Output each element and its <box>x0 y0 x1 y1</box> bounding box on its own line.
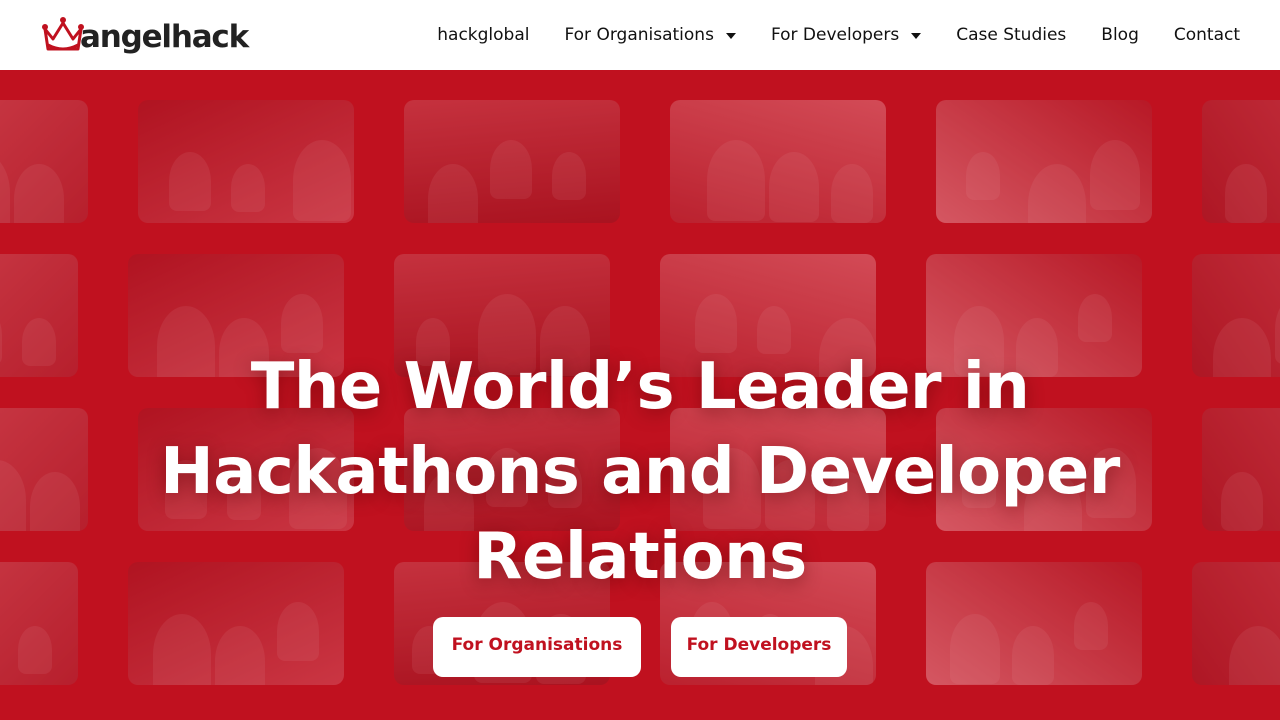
headline-line-3: Relations <box>473 520 807 594</box>
logo-wordmark: angelhack <box>80 19 249 55</box>
event-photo-tile <box>404 100 620 223</box>
event-photo-tile <box>670 100 886 223</box>
hero-headline: The World’s Leader in Hackathons and Dev… <box>0 345 1280 600</box>
headline-line-2: Hackathons and Developer <box>160 435 1120 509</box>
nav-item-label: Contact <box>1173 25 1240 45</box>
event-photo-tile <box>0 100 88 223</box>
nav-item-label: For Developers <box>770 25 900 45</box>
nav-item-label: hackglobal <box>437 25 530 45</box>
for-organisations-button[interactable]: For Organisations <box>433 617 641 677</box>
event-photo-tile <box>138 100 354 223</box>
caret-down-icon <box>725 33 736 39</box>
top-navbar: angelhack hackglobal For Organisations F… <box>0 0 1280 70</box>
nav-item-for-organisations[interactable]: For Organisations <box>564 25 736 45</box>
angelhack-logo[interactable]: angelhack <box>40 14 249 56</box>
nav-item-case-studies[interactable]: Case Studies <box>956 25 1066 45</box>
event-photo-tile <box>1202 100 1280 223</box>
nav-item-hackglobal[interactable]: hackglobal <box>437 25 529 45</box>
caret-down-icon <box>911 33 922 39</box>
headline-line-1: The World’s Leader in <box>250 350 1030 424</box>
nav-item-label: Case Studies <box>956 25 1067 45</box>
event-photo-tile <box>936 100 1152 223</box>
for-developers-button[interactable]: For Developers <box>671 617 847 677</box>
nav-item-blog[interactable]: Blog <box>1101 25 1139 45</box>
nav-item-contact[interactable]: Contact <box>1174 25 1240 45</box>
nav-item-for-developers[interactable]: For Developers <box>770 25 922 45</box>
nav-item-label: Blog <box>1101 25 1139 45</box>
nav-item-label: For Organisations <box>564 25 714 45</box>
main-nav: hackglobal For Organisations For Develop… <box>437 0 1240 70</box>
